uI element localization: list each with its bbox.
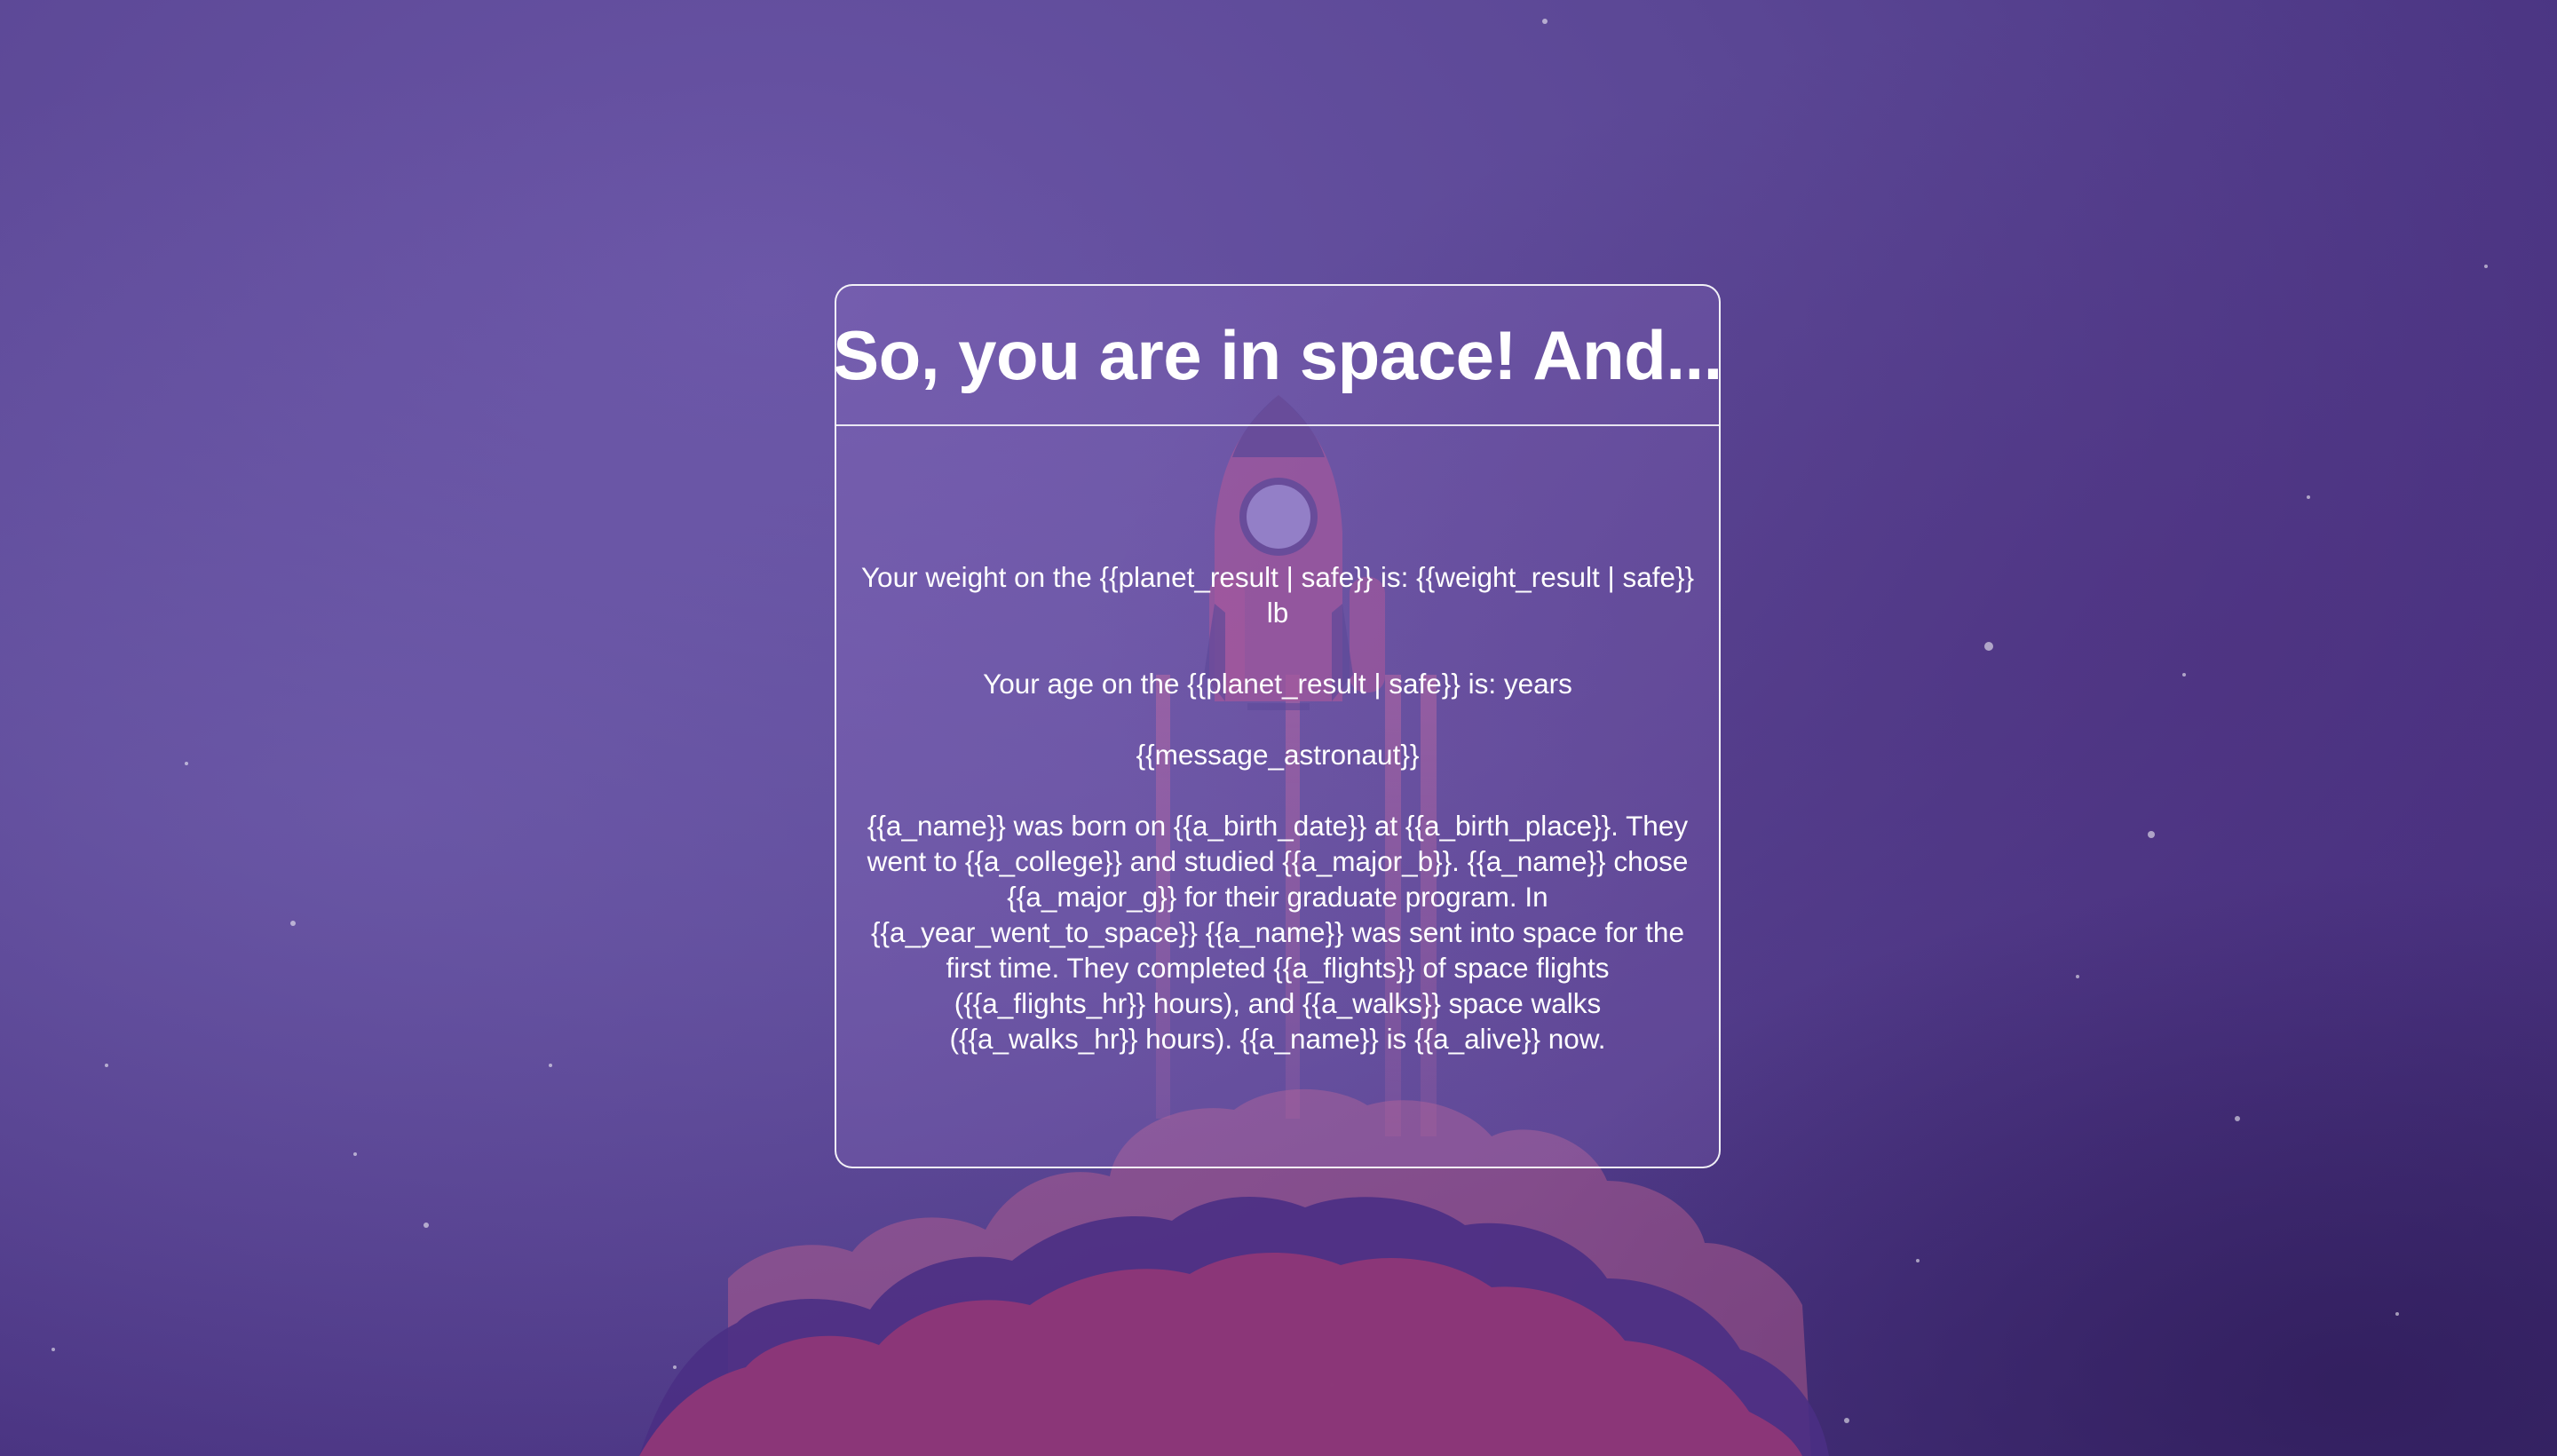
- page-title: So, you are in space! And...: [835, 315, 1721, 394]
- astronaut-message: {{message_astronaut}}: [1136, 739, 1420, 771]
- weight-result-text: Your weight on the {{planet_result | saf…: [860, 561, 1695, 629]
- card-body: Your weight on the {{planet_result | saf…: [836, 426, 1719, 1056]
- card-header: So, you are in space! And...: [836, 286, 1719, 426]
- result-card: So, you are in space! And... Your weight…: [835, 284, 1721, 1168]
- age-result-text: Your age on the {{planet_result | safe}}…: [983, 668, 1572, 700]
- astronaut-bio: {{a_name}} was born on {{a_birth_date}} …: [867, 810, 1689, 1055]
